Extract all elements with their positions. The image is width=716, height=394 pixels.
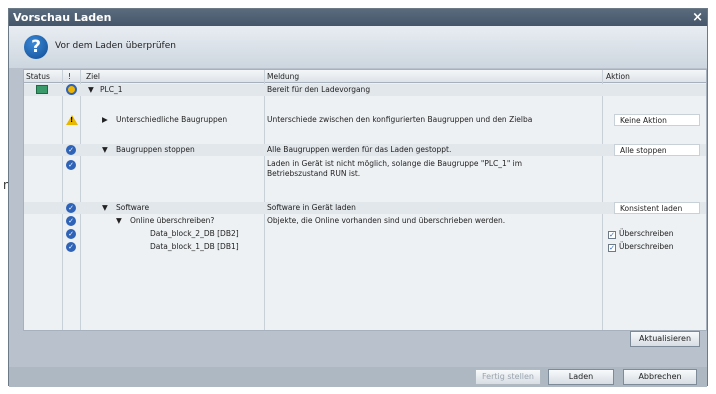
overwrite-label: Überschreiben — [619, 242, 674, 251]
table-row[interactable]: ▼ PLC_1 Bereit für den Ladevorgang — [24, 84, 706, 96]
pending-status-icon — [66, 84, 77, 95]
refresh-button[interactable]: Aktualisieren — [630, 331, 700, 347]
overwrite-checkbox[interactable]: ✓ — [608, 244, 616, 252]
load-button[interactable]: Laden — [548, 369, 614, 385]
column-divider — [602, 70, 603, 330]
warning-icon — [66, 115, 78, 125]
table-row[interactable]: ▶ Unterschiedliche Baugruppen Unterschie… — [24, 114, 706, 126]
col-aktion: Aktion — [606, 72, 630, 81]
row-message: Objekte, die Online vorhanden sind und ü… — [267, 216, 506, 225]
row-target: Data_block_1_DB [DB1] — [150, 242, 239, 251]
dialog-title: Vorschau Laden — [13, 11, 112, 24]
action-select[interactable]: Alle stoppen — [614, 144, 700, 156]
table-row[interactable]: ✓ ▼ Software Software in Gerät laden Kon… — [24, 202, 706, 214]
expand-arrow-icon[interactable]: ▼ — [88, 85, 94, 94]
column-divider — [80, 70, 81, 330]
dialog-header: ? Vor dem Laden überprüfen — [9, 26, 707, 68]
col-ziel: Ziel — [86, 72, 100, 81]
expand-arrow-icon[interactable]: ▼ — [102, 203, 108, 212]
row-target: Online überschreiben? — [130, 216, 215, 225]
row-message: Laden in Gerät ist nicht möglich, solang… — [267, 159, 523, 168]
row-target: Data_block_2_DB [DB2] — [150, 229, 239, 238]
ok-check-icon: ✓ — [66, 160, 76, 170]
ok-check-icon: ✓ — [66, 229, 76, 239]
finish-button[interactable]: Fertig stellen — [475, 369, 541, 385]
row-target: Baugruppen stoppen — [116, 145, 195, 154]
row-target: PLC_1 — [100, 85, 123, 94]
ok-check-icon: ✓ — [66, 216, 76, 226]
row-message: Unterschiede zwischen den konfigurierten… — [267, 115, 533, 124]
table-row[interactable]: ✓ ▼ Baugruppen stoppen Alle Baugruppen w… — [24, 144, 706, 156]
table-header: Status ! Ziel Meldung Aktion — [24, 70, 706, 83]
table-row[interactable]: ✓ Laden in Gerät ist nicht möglich, sola… — [24, 158, 706, 182]
action-select[interactable]: Konsistent laden — [614, 202, 700, 214]
col-excl: ! — [68, 72, 72, 81]
overwrite-option[interactable]: ✓ Überschreiben — [608, 242, 673, 252]
table-row[interactable]: ✓ Data_block_1_DB [DB1] ✓ Überschreiben — [24, 241, 706, 253]
check-table: Status ! Ziel Meldung Aktion ▼ PLC_1 Ber… — [23, 69, 707, 331]
collapse-arrow-icon[interactable]: ▶ — [102, 115, 108, 124]
row-message: Alle Baugruppen werden für das Laden ges… — [267, 145, 452, 154]
overwrite-option[interactable]: ✓ Überschreiben — [608, 229, 673, 239]
col-meldung: Meldung — [267, 72, 300, 81]
expand-arrow-icon[interactable]: ▼ — [116, 216, 122, 225]
ok-check-icon: ✓ — [66, 145, 76, 155]
ok-check-icon: ✓ — [66, 242, 76, 252]
row-target: Software — [116, 203, 150, 212]
overwrite-label: Überschreiben — [619, 229, 674, 238]
column-divider — [264, 70, 265, 330]
question-icon: ? — [24, 35, 48, 59]
row-message: Software in Gerät laden — [267, 203, 356, 212]
cancel-button[interactable]: Abbrechen — [623, 369, 697, 385]
col-status: Status — [26, 72, 50, 81]
table-row[interactable]: ✓ Data_block_2_DB [DB2] ✓ Überschreiben — [24, 228, 706, 240]
load-preview-dialog: Vorschau Laden × ? Vor dem Laden überprü… — [8, 8, 708, 387]
header-label: Vor dem Laden überprüfen — [55, 41, 176, 51]
expand-arrow-icon[interactable]: ▼ — [102, 145, 108, 154]
row-message-line2: Betriebszustand RUN ist. — [267, 169, 361, 178]
action-select[interactable]: Keine Aktion — [614, 114, 700, 126]
title-bar: Vorschau Laden × — [9, 9, 707, 26]
column-divider — [62, 70, 63, 330]
plc-device-icon — [36, 85, 48, 94]
table-row[interactable]: ✓ ▼ Online überschreiben? Objekte, die O… — [24, 215, 706, 227]
row-message: Bereit für den Ladevorgang — [267, 85, 371, 94]
ok-check-icon: ✓ — [66, 203, 76, 213]
close-icon[interactable]: × — [692, 9, 703, 26]
row-target: Unterschiedliche Baugruppen — [116, 115, 228, 124]
overwrite-checkbox[interactable]: ✓ — [608, 231, 616, 239]
